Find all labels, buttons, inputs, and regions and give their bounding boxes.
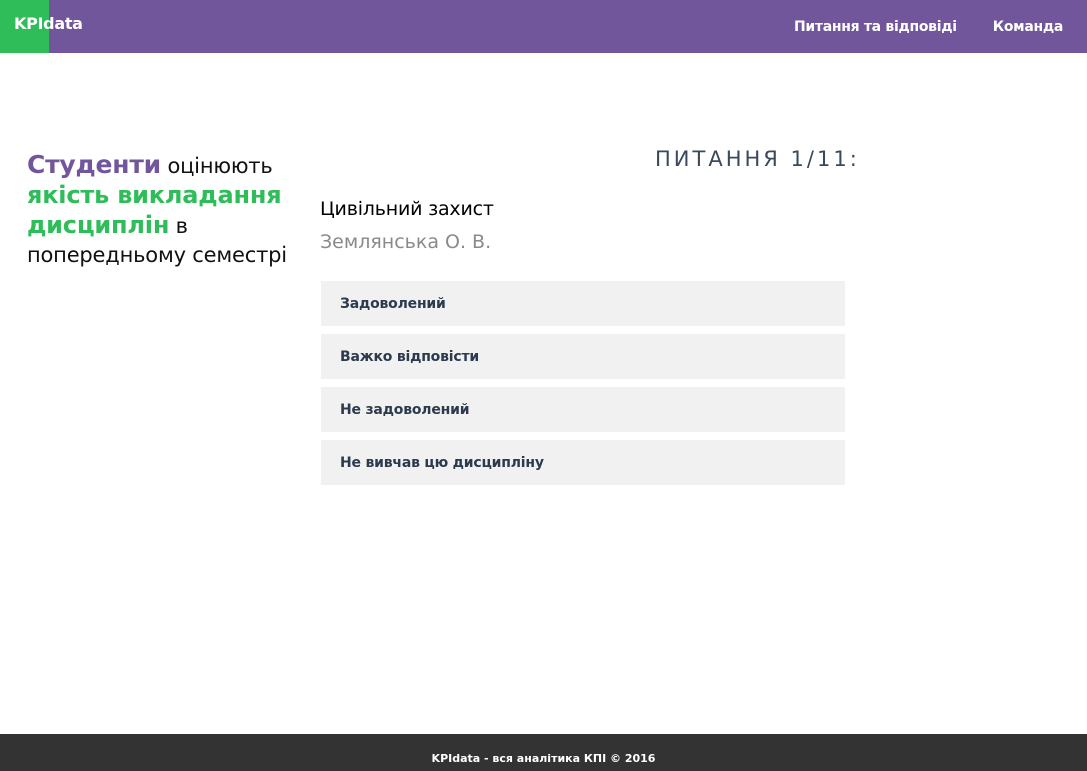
footer-text: KPIdata - вся аналітика КПІ © 2016 (431, 751, 656, 765)
nav-link-team[interactable]: Команда (981, 17, 1087, 37)
tagline-evaluate: оцінюють (160, 154, 273, 178)
top-navbar: KPIdata Питання та відповіді Команда (0, 0, 1087, 53)
answer-not-studied-button[interactable]: Не вивчав цю дисципліну (321, 440, 845, 485)
answer-list: Задоволений Важко відповісти Не задоволе… (321, 281, 845, 493)
subject-title: Цивільний захист (320, 198, 494, 220)
footer: KPIdata - вся аналітика КПІ © 2016 (0, 734, 1087, 771)
nav-link-faq[interactable]: Питання та відповіді (782, 17, 981, 37)
tagline-quality: якість викладання дисциплін (27, 181, 282, 239)
answer-not-satisfied-button[interactable]: Не задоволений (321, 387, 845, 432)
teacher-name: Землянська О. В. (320, 231, 492, 253)
nav-links: Питання та відповіді Команда (782, 0, 1087, 53)
tagline: Студенти оцінюють якість викладання дисц… (27, 150, 287, 270)
answer-satisfied-button[interactable]: Задоволений (321, 281, 845, 326)
answer-hard-to-say-button[interactable]: Важко відповісти (321, 334, 845, 379)
question-counter: ПИТАННЯ 1/11: (655, 147, 860, 171)
tagline-students: Студенти (27, 150, 161, 179)
logo[interactable]: KPIdata (14, 14, 83, 34)
